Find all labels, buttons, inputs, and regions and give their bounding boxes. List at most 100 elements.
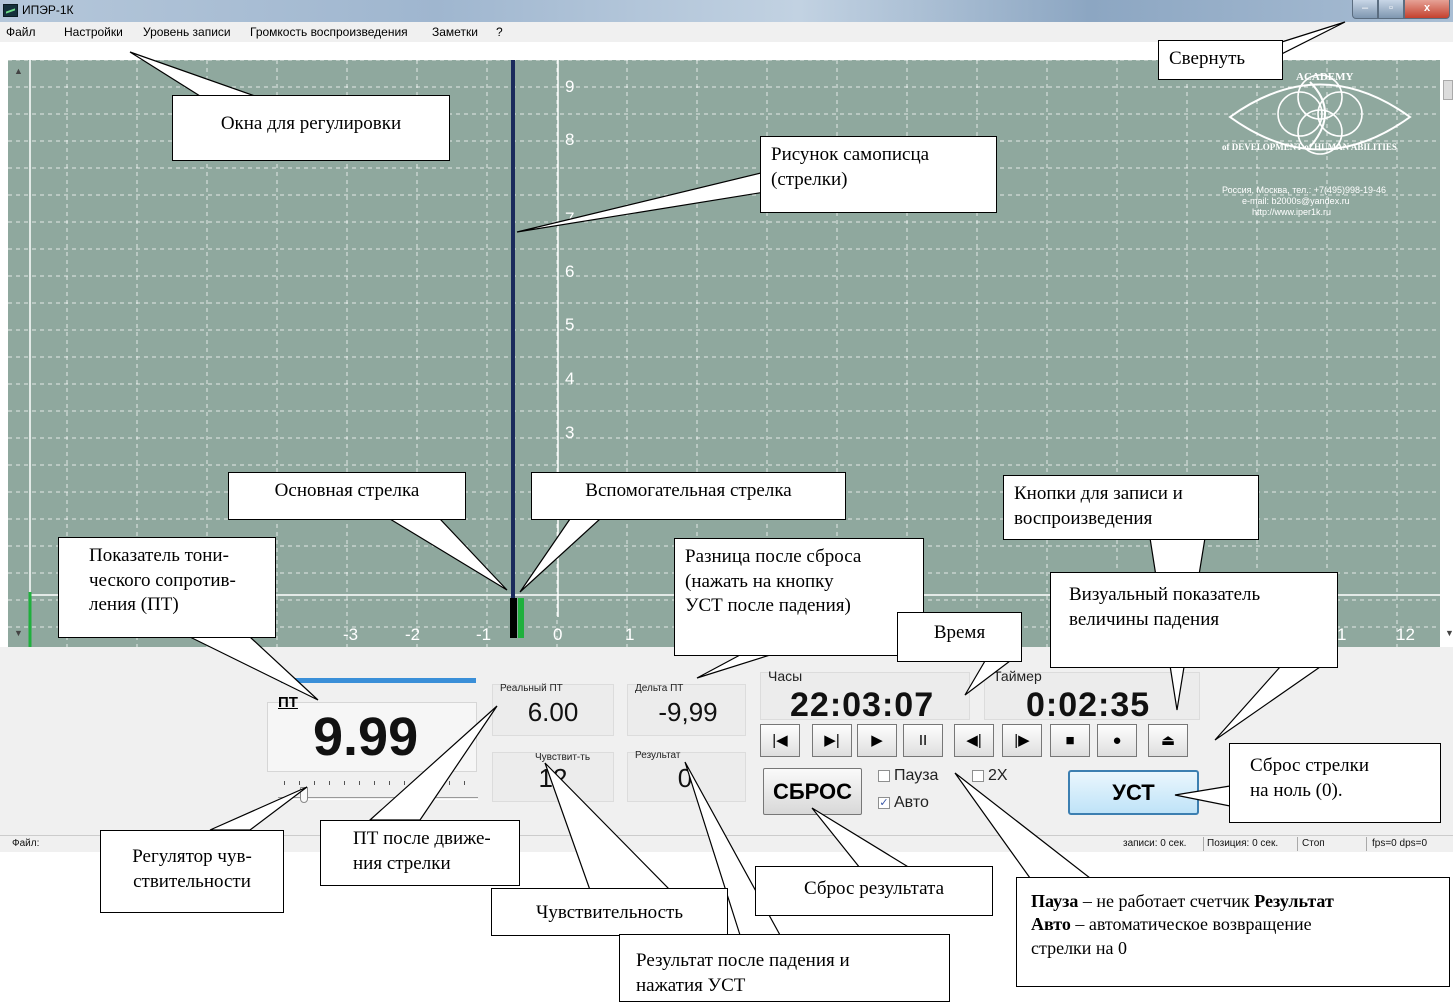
menu-help[interactable]: ? xyxy=(496,25,503,39)
x-tick: 1 xyxy=(1337,625,1346,644)
reset-result-button[interactable]: СБРОС xyxy=(763,768,862,815)
callout-collapse: Свернуть xyxy=(1158,40,1283,80)
x-tick: 0 xyxy=(553,625,562,644)
slider-tick xyxy=(419,781,420,785)
slider-tick xyxy=(359,781,360,785)
slider-tick xyxy=(374,781,375,785)
callout-reset-result: Сброс результата xyxy=(755,866,993,916)
slider-track xyxy=(278,797,478,800)
result-value: 0 xyxy=(677,763,693,793)
clock-label: Часы xyxy=(768,668,803,684)
callout-buttons-line: Кнопки для записи и xyxy=(1014,483,1183,504)
slider-tick xyxy=(344,781,345,785)
scroll-down-left-arrow[interactable]: ▼ xyxy=(14,628,23,638)
sensitivity-slider[interactable] xyxy=(278,777,478,807)
app-icon xyxy=(3,4,18,17)
callout-pt-line: ческого сопротив- xyxy=(89,569,236,591)
callout-pt-line: Показатель тони- xyxy=(89,545,229,566)
pause-bold-text: Пауза xyxy=(1031,891,1079,911)
callout-aux-needle: Вспомогательная стрелка xyxy=(531,472,846,520)
pt-level-bar xyxy=(281,678,476,683)
status-position: Позиция: 0 сек. xyxy=(1207,838,1279,849)
callout-adjust-text: Окна для регулировки xyxy=(220,113,402,134)
slider-tick xyxy=(284,781,285,785)
callout-diff-line: УСТ после падения) xyxy=(685,595,851,617)
timer-value: 0:02:35 xyxy=(1026,686,1151,724)
y-tick: 9 xyxy=(565,77,574,96)
minimize-button[interactable]: ‒ xyxy=(1352,0,1378,19)
pt-label: ПТ xyxy=(278,694,298,711)
sensitivity-label: Чувствит-ть xyxy=(535,752,591,763)
x2-checkbox[interactable] xyxy=(972,770,984,782)
pause-button[interactable]: II xyxy=(903,724,943,757)
slider-thumb[interactable] xyxy=(300,787,308,803)
x-tick: -2 xyxy=(405,625,420,644)
scrollbar-thumb[interactable] xyxy=(1443,80,1453,100)
x-tick: 1 xyxy=(625,625,634,644)
status-fps: fps=0 dps=0 xyxy=(1372,838,1428,849)
x-tick: -1 xyxy=(476,625,491,644)
callout-aux-needle-text: Вспомогательная стрелка xyxy=(585,480,792,501)
ust-button[interactable]: УСТ xyxy=(1068,770,1199,815)
callout-pt-line: ления (ПТ) xyxy=(89,594,179,616)
slider-tick xyxy=(434,781,435,785)
result-label: Результат xyxy=(635,750,681,761)
slider-tick xyxy=(299,781,300,785)
callout-time-text: Время xyxy=(933,622,986,643)
pause-checkbox[interactable] xyxy=(878,770,890,782)
callout-main-needle: Основная стрелка xyxy=(228,472,466,520)
slider-tick xyxy=(464,781,465,785)
window-title: ИПЭР-1К xyxy=(22,3,74,17)
menu-file[interactable]: Файл xyxy=(6,25,36,39)
menu-settings[interactable]: Настройки xyxy=(64,25,123,39)
logo-url: http://www.iper1k.ru xyxy=(1252,207,1331,217)
clock-value: 22:03:07 xyxy=(790,686,935,724)
scroll-down-right-arrow[interactable]: ▼ xyxy=(1445,628,1453,638)
status-separator xyxy=(1366,837,1367,851)
skip-start-button[interactable]: |◀ xyxy=(760,724,800,757)
step-back-button[interactable]: ◀| xyxy=(954,724,994,757)
y-tick: 8 xyxy=(565,130,574,149)
menu-record-level[interactable]: Уровень записи xyxy=(143,25,231,39)
callout-pause-auto: Пауза – не работает счетчик Результат Ав… xyxy=(1016,877,1450,987)
maximize-button[interactable]: ▫ xyxy=(1378,0,1404,19)
play-button[interactable]: ▶ xyxy=(857,724,897,757)
callout-reset-needle-line: на ноль (0). xyxy=(1250,779,1343,801)
menu-playback-volume[interactable]: Громкость воспроизведения xyxy=(250,25,408,39)
record-button[interactable]: ● xyxy=(1097,724,1137,757)
pause-rest-text: – не работает счетчик xyxy=(1078,891,1255,911)
callout-collapse-text: Свернуть xyxy=(1169,48,1246,69)
close-button[interactable]: x xyxy=(1404,0,1450,19)
callout-auto-line2: стрелки на 0 xyxy=(1031,937,1128,958)
slider-tick xyxy=(329,781,330,785)
y-tick: 3 xyxy=(565,423,574,442)
delta-pt-label: Дельта ПТ xyxy=(635,683,684,694)
callout-adjust-windows: Окна для регулировки xyxy=(172,95,450,161)
logo-ring-text: of DEVELOPMENT of HUMAN ABILITIES xyxy=(1222,142,1397,152)
status-file: Файл: xyxy=(12,838,40,849)
status-separator xyxy=(1297,837,1298,851)
callout-sensitivity: Чувствительность xyxy=(491,888,728,936)
callout-sens-reg-line: Регулятор чув- xyxy=(132,846,252,867)
callout-main-needle-text: Основная стрелка xyxy=(274,480,420,501)
callout-diff-line: (нажать на кнопку xyxy=(685,570,834,592)
callout-recorder-line: Рисунок самописца xyxy=(771,144,930,165)
callout-result-after-line: нажатия УСТ xyxy=(636,974,746,996)
scroll-up-arrow[interactable]: ▲ xyxy=(14,66,23,76)
callout-time: Время xyxy=(897,612,1022,662)
callout-sensitivity-text: Чувствительность xyxy=(535,902,683,923)
callout-pt-after: ПТ после движе- ния стрелки xyxy=(320,820,520,886)
step-forward-button[interactable]: |▶ xyxy=(1002,724,1042,757)
stop-button[interactable]: ■ xyxy=(1050,724,1090,757)
y-tick: 4 xyxy=(565,369,574,388)
x2-label: 2X xyxy=(988,767,1008,784)
aux-needle xyxy=(518,598,524,638)
eject-button[interactable]: ⏏ xyxy=(1148,724,1188,757)
callout-visual-indicator: Визуальный показатель величины падения xyxy=(1050,572,1338,668)
auto-checkbox[interactable]: ✓ xyxy=(878,797,890,809)
title-bar: ИПЭР-1К ‒ ▫ x xyxy=(0,0,1453,22)
callout-buttons-line: воспроизведения xyxy=(1014,507,1153,529)
callout-result-after-line: Результат после падения и xyxy=(636,950,850,971)
skip-end-button[interactable]: ▶| xyxy=(812,724,852,757)
menu-notes[interactable]: Заметки xyxy=(432,25,478,39)
